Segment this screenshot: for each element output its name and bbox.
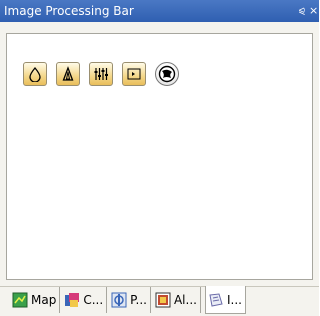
- tab-label: C...: [83, 293, 104, 307]
- pin-icon[interactable]: ⪨: [299, 0, 305, 22]
- image-toolbar: [23, 62, 179, 88]
- drop-button[interactable]: [23, 62, 47, 86]
- triangle-button[interactable]: [56, 62, 80, 86]
- globe-icon: [158, 65, 176, 83]
- panel-title-bar[interactable]: Image Processing Bar ⪨ ×: [0, 0, 319, 22]
- image-processing-panel: Image Processing Bar ⪨ × Map C... P... A…: [0, 0, 319, 316]
- globe-button[interactable]: [155, 62, 179, 86]
- map-tab-icon: [12, 292, 28, 308]
- tab-label: I...: [226, 292, 242, 307]
- panel-tab-bar: Map C... P... Al... I...: [0, 286, 319, 316]
- tab-image[interactable]: I...: [204, 286, 246, 314]
- panel-content: [6, 33, 313, 280]
- stepper-icon: [127, 68, 141, 80]
- image-tab-icon: [209, 292, 223, 307]
- align-tab-icon: [155, 292, 171, 308]
- close-icon[interactable]: ×: [309, 0, 319, 22]
- tab-label: Map: [31, 293, 57, 307]
- sliders-icon: [94, 68, 108, 80]
- sliders-button[interactable]: [89, 62, 113, 86]
- tab-label: Al...: [173, 293, 197, 307]
- triangle-icon: [62, 66, 74, 81]
- tab-map[interactable]: Map: [12, 287, 61, 313]
- color-tab-icon: [65, 293, 80, 307]
- panel-title: Image Processing Bar: [4, 4, 134, 18]
- tab-properties[interactable]: P...: [111, 287, 151, 313]
- drop-icon: [29, 66, 41, 82]
- properties-tab-icon: [111, 292, 127, 308]
- tab-color[interactable]: C...: [64, 287, 108, 313]
- tab-align[interactable]: Al...: [155, 287, 201, 313]
- tab-label: P...: [130, 293, 147, 307]
- stepper-button[interactable]: [122, 62, 146, 86]
